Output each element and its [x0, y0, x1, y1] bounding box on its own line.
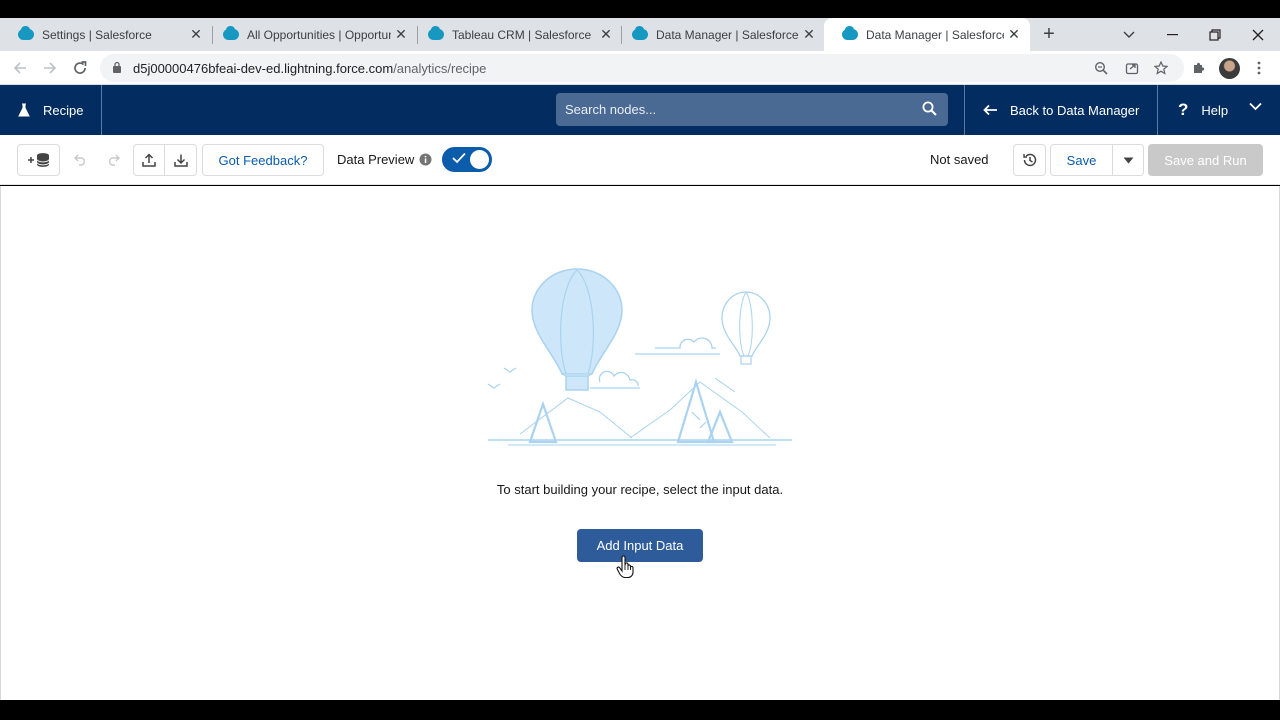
browser-tab-label: Data Manager | Salesforce [866, 27, 1004, 42]
undo-button[interactable] [66, 144, 96, 176]
lock-icon [113, 61, 121, 73]
help-label: Help [1201, 102, 1229, 118]
browser-tab-label: All Opportunities | Opportuni [247, 27, 391, 42]
history-clock-icon [1022, 153, 1036, 167]
forward-nav-icon[interactable] [37, 51, 63, 85]
browser-tab-label: Tableau CRM | Salesforce [452, 27, 592, 42]
close-tab-icon[interactable]: ✕ [596, 26, 616, 43]
recipe-toolbar: Got Feedback? Data Preview Not saved Sav… [0, 135, 1280, 185]
add-database-icon [27, 153, 49, 167]
browser-menu-icon[interactable] [1246, 51, 1272, 85]
search-nodes-input[interactable]: Search nodes... [556, 93, 948, 126]
back-nav-icon[interactable] [7, 51, 33, 85]
back-to-data-manager-button[interactable]: Back to Data Manager [964, 85, 1158, 135]
salesforce-cloud-icon [842, 26, 858, 40]
upload-button[interactable] [134, 145, 166, 175]
upload-icon [142, 153, 156, 167]
salesforce-cloud-icon [18, 26, 34, 40]
zoom-icon[interactable] [1088, 54, 1114, 82]
redo-icon [108, 154, 120, 166]
upload-download-group [133, 144, 197, 176]
download-button[interactable] [165, 153, 196, 167]
add-input-data-button[interactable]: Add Input Data [577, 529, 703, 562]
app-name: Recipe [43, 102, 84, 118]
url-path: /analytics/recipe [393, 61, 487, 76]
url-host: d5j00000476bfeai-dev-ed.lightning.force.… [133, 61, 394, 76]
extensions-puzzle-icon[interactable] [1186, 51, 1212, 85]
flask-icon [18, 103, 30, 117]
close-tab-icon[interactable]: ✕ [391, 26, 411, 43]
save-and-run-button[interactable]: Save and Run [1148, 144, 1263, 176]
browser-tab-label: Data Manager | Salesforce [656, 27, 799, 42]
data-preview-toggle[interactable] [442, 147, 492, 172]
letterbox-top [0, 0, 1280, 18]
browser-tab-active[interactable]: Data Manager | Salesforce ✕ [824, 18, 1030, 51]
close-window-icon[interactable] [1238, 18, 1278, 51]
toggle-knob [470, 150, 489, 169]
browser-address-row: d5j00000476bfeai-dev-ed.lightning.force.… [0, 51, 1280, 85]
browser-tab-strip: Settings | Salesforce ✕ All Opportunitie… [0, 18, 1280, 51]
reload-icon[interactable] [67, 51, 93, 85]
bookmark-star-icon[interactable] [1148, 54, 1174, 82]
caret-down-icon [1123, 157, 1133, 163]
chevron-down-icon [1249, 102, 1262, 111]
empty-state-message: To start building your recipe, select th… [496, 482, 784, 497]
recipe-app-label: Recipe [0, 85, 102, 135]
add-data-button[interactable] [17, 144, 60, 176]
share-icon[interactable] [1119, 54, 1145, 82]
redo-button[interactable] [98, 144, 128, 176]
search-icon [922, 101, 937, 116]
close-tab-icon[interactable]: ✕ [1004, 26, 1024, 43]
question-mark-icon: ? [1178, 100, 1189, 119]
address-bar[interactable]: d5j00000476bfeai-dev-ed.lightning.force.… [100, 54, 1184, 82]
hot-air-balloon-illustration [487, 268, 792, 446]
hand-pointer-cursor-icon [616, 555, 634, 579]
data-preview-label: Data Preview [337, 152, 415, 167]
info-icon[interactable] [419, 153, 432, 166]
back-label: Back to Data Manager [1010, 102, 1140, 118]
browser-tab[interactable]: Tableau CRM | Salesforce ✕ [410, 18, 622, 51]
tab-search-icon[interactable] [1109, 18, 1149, 51]
profile-avatar[interactable] [1219, 58, 1240, 79]
close-tab-icon[interactable]: ✕ [799, 26, 819, 43]
screenshot-frame: Settings | Salesforce ✕ All Opportunitie… [0, 0, 1280, 720]
save-options-button[interactable] [1113, 145, 1143, 175]
download-icon [173, 154, 188, 167]
save-button[interactable]: Save [1051, 145, 1113, 175]
restore-window-icon[interactable] [1195, 18, 1235, 51]
salesforce-cloud-icon [223, 26, 239, 40]
browser-tab-label: Settings | Salesforce [42, 27, 152, 42]
browser-tab[interactable]: Settings | Salesforce ✕ [0, 18, 212, 51]
save-status-text: Not saved [930, 152, 989, 167]
salesforce-cloud-icon [428, 26, 444, 40]
got-feedback-button[interactable]: Got Feedback? [202, 144, 324, 176]
salesforce-cloud-icon [632, 26, 648, 40]
browser-tab[interactable]: All Opportunities | Opportuni ✕ [205, 18, 417, 51]
arrow-left-icon [983, 104, 997, 116]
app-header: Recipe Search nodes... Back to Data Mana… [0, 85, 1280, 135]
version-history-button[interactable] [1013, 144, 1046, 176]
letterbox-bottom [0, 700, 1280, 720]
new-tab-button[interactable]: + [1038, 18, 1060, 51]
save-button-group: Save [1050, 144, 1144, 176]
browser-tab[interactable]: Data Manager | Salesforce ✕ [614, 18, 825, 51]
search-placeholder: Search nodes... [565, 102, 657, 117]
undo-icon [74, 154, 86, 166]
checkmark-icon [452, 152, 466, 164]
help-menu-button[interactable]: ? Help [1158, 85, 1280, 135]
close-tab-icon[interactable]: ✕ [186, 26, 206, 43]
minimize-window-icon[interactable] [1152, 18, 1192, 51]
url-text: d5j00000476bfeai-dev-ed.lightning.force.… [133, 61, 486, 76]
